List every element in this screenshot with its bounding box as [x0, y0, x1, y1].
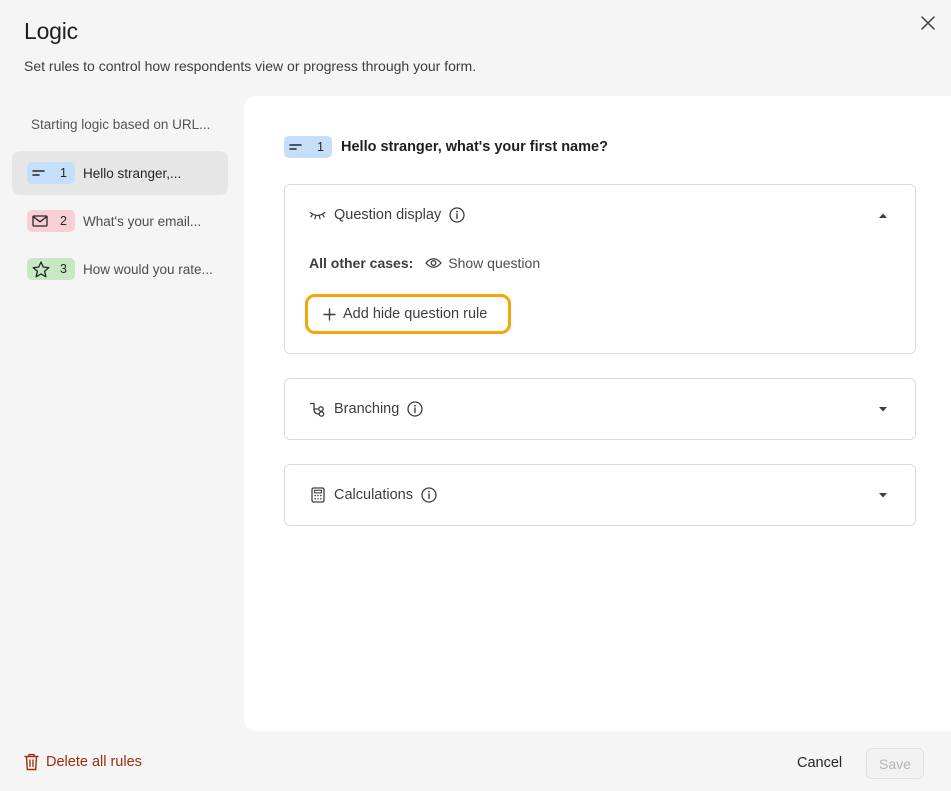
info-icon[interactable]: [407, 401, 423, 417]
caret-down-icon[interactable]: [877, 404, 889, 414]
branching-section[interactable]: Branching: [284, 378, 916, 440]
modal-title: Logic: [24, 18, 78, 44]
save-button[interactable]: Save: [866, 748, 924, 779]
question-type-badge: 1: [284, 136, 332, 158]
sidebar-item-label: Hello stranger,...: [83, 165, 182, 181]
add-hide-question-rule-button[interactable]: Add hide question rule: [305, 294, 511, 334]
sidebar-item-label: What's your email...: [83, 213, 202, 229]
question-number: 1: [60, 166, 67, 180]
question-header: 1 Hello stranger, what's your first name…: [284, 136, 608, 158]
modal-subtitle: Set rules to control how respondents vie…: [24, 58, 477, 74]
plus-icon: [323, 307, 336, 321]
section-title: Calculations: [334, 487, 413, 503]
sidebar-item-label: How would you rate...: [83, 261, 213, 277]
eye-icon: [425, 258, 443, 268]
question-display-section: Question display All other cases: Show q: [284, 184, 916, 354]
close-icon: [921, 16, 935, 30]
short-text-icon: [289, 144, 302, 150]
question-type-badge: 2: [27, 210, 75, 232]
calculator-icon: [309, 487, 326, 504]
info-icon[interactable]: [449, 207, 465, 223]
sidebar-item-question-1[interactable]: 1 Hello stranger,...: [12, 151, 228, 195]
show-question-option[interactable]: Show question: [425, 255, 540, 271]
cancel-button[interactable]: Cancel: [797, 755, 842, 771]
sidebar-item-question-3[interactable]: 3 How would you rate...: [12, 247, 228, 291]
calculations-section[interactable]: Calculations: [284, 464, 916, 526]
question-type-badge: 3: [27, 258, 75, 280]
question-title: Hello stranger, what's your first name?: [341, 139, 608, 155]
section-title: Question display: [334, 207, 442, 223]
question-number: 3: [60, 262, 67, 276]
section-title: Branching: [334, 401, 400, 417]
caret-up-icon[interactable]: [877, 210, 889, 220]
trash-icon: [24, 753, 39, 771]
branching-header[interactable]: Branching: [285, 379, 915, 439]
star-icon: [32, 260, 50, 277]
short-text-icon: [32, 170, 45, 176]
question-display-header[interactable]: Question display: [285, 185, 915, 245]
show-question-label: Show question: [448, 255, 541, 271]
branch-icon: [309, 401, 326, 418]
sidebar-starting-logic[interactable]: Starting logic based on URL...: [31, 117, 210, 132]
question-number: 2: [60, 214, 67, 228]
question-type-badge: 1: [27, 162, 75, 184]
question-number: 1: [317, 140, 324, 154]
add-rule-label: Add hide question rule: [343, 306, 488, 322]
cases-label: All other cases:: [309, 255, 414, 271]
all-other-cases-row: All other cases: Show question: [309, 255, 540, 271]
delete-all-rules-label: Delete all rules: [46, 754, 142, 770]
caret-down-icon[interactable]: [877, 490, 889, 500]
sidebar-item-question-2[interactable]: 2 What's your email...: [12, 199, 228, 243]
logic-editor-panel: 1 Hello stranger, what's your first name…: [244, 96, 951, 731]
eye-closed-icon: [309, 207, 326, 224]
info-icon[interactable]: [421, 487, 437, 503]
calculations-header[interactable]: Calculations: [285, 465, 915, 525]
close-button[interactable]: [917, 12, 939, 34]
delete-all-rules-button[interactable]: Delete all rules: [24, 753, 142, 771]
mail-icon: [32, 215, 48, 227]
